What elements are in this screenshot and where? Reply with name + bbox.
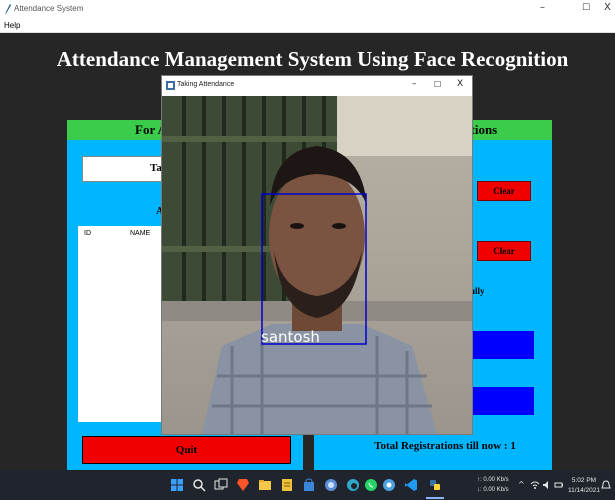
python-icon[interactable] bbox=[428, 478, 442, 492]
take-images-button[interactable] bbox=[464, 331, 534, 359]
registrations-count: Total Registrations till now : 1 bbox=[374, 440, 516, 452]
minimize-button[interactable]: – bbox=[540, 2, 545, 13]
battery-icon[interactable] bbox=[554, 480, 564, 490]
search-icon[interactable] bbox=[192, 478, 206, 492]
edge-icon[interactable] bbox=[346, 478, 360, 492]
clear-id-button[interactable]: Clear bbox=[477, 181, 531, 201]
taskbar: ↑: 0.00 Kb/s ↓: 0.00 Kb/s ^ 5:02 PM 11/1… bbox=[0, 470, 615, 500]
maximize-button[interactable]: ☐ bbox=[582, 3, 590, 13]
network-upload-speed: ↑: 0.00 Kb/s bbox=[477, 477, 509, 483]
active-app-indicator bbox=[426, 497, 444, 499]
quit-button[interactable]: Quit bbox=[82, 436, 291, 464]
window-title: Attendance System bbox=[14, 4, 84, 13]
popup-maximize-button[interactable]: ☐ bbox=[434, 80, 441, 89]
opencv-window-icon bbox=[166, 81, 175, 90]
page-title: Attendance Management System Using Face … bbox=[56, 47, 569, 71]
menu-bar: Help bbox=[0, 20, 615, 33]
feather-app-icon bbox=[5, 4, 11, 15]
clear-name-label: Clear bbox=[493, 246, 515, 256]
column-header-name[interactable]: NAME bbox=[130, 230, 150, 237]
tray-overflow-icon[interactable]: ^ bbox=[518, 480, 525, 489]
camera-frame-image bbox=[162, 96, 472, 434]
save-profile-button[interactable] bbox=[464, 387, 534, 415]
task-view-icon[interactable] bbox=[214, 478, 228, 492]
menu-help[interactable]: Help bbox=[4, 21, 20, 30]
clear-name-button[interactable]: Clear bbox=[477, 241, 531, 261]
brave-browser-icon[interactable] bbox=[236, 478, 250, 492]
clock-date[interactable]: 11/14/2021 bbox=[565, 487, 603, 494]
copilot-icon[interactable] bbox=[324, 478, 338, 492]
network-download-speed: ↓: 0.00 Kb/s bbox=[477, 487, 509, 493]
notification-icon[interactable] bbox=[601, 480, 611, 490]
recognized-name-label: santosh bbox=[261, 328, 320, 346]
taking-attendance-window[interactable]: Taking Attendance – ☐ X santosh bbox=[161, 75, 473, 435]
volume-icon[interactable] bbox=[542, 480, 552, 490]
app-title-bar: Attendance System – ☐ X bbox=[0, 0, 615, 20]
file-explorer-icon[interactable] bbox=[258, 478, 272, 492]
browser-icon[interactable] bbox=[382, 478, 396, 492]
column-header-id[interactable]: ID bbox=[84, 230, 91, 237]
quit-label: Quit bbox=[175, 444, 198, 456]
vscode-icon[interactable] bbox=[404, 478, 418, 492]
popup-title-bar: Taking Attendance – ☐ X bbox=[162, 76, 472, 96]
popup-title: Taking Attendance bbox=[177, 81, 235, 88]
store-icon[interactable] bbox=[302, 478, 316, 492]
whatsapp-icon[interactable] bbox=[364, 478, 378, 492]
windows-start-icon[interactable] bbox=[170, 478, 184, 492]
clock-time[interactable]: 5:02 PM bbox=[565, 477, 603, 484]
camera-feed: santosh bbox=[162, 96, 472, 434]
clear-id-label: Clear bbox=[493, 186, 515, 196]
wifi-icon[interactable] bbox=[530, 480, 540, 490]
popup-minimize-button[interactable]: – bbox=[412, 79, 417, 89]
popup-close-button[interactable]: X bbox=[457, 79, 463, 89]
close-button[interactable]: X bbox=[604, 2, 611, 13]
notes-icon[interactable] bbox=[280, 478, 294, 492]
